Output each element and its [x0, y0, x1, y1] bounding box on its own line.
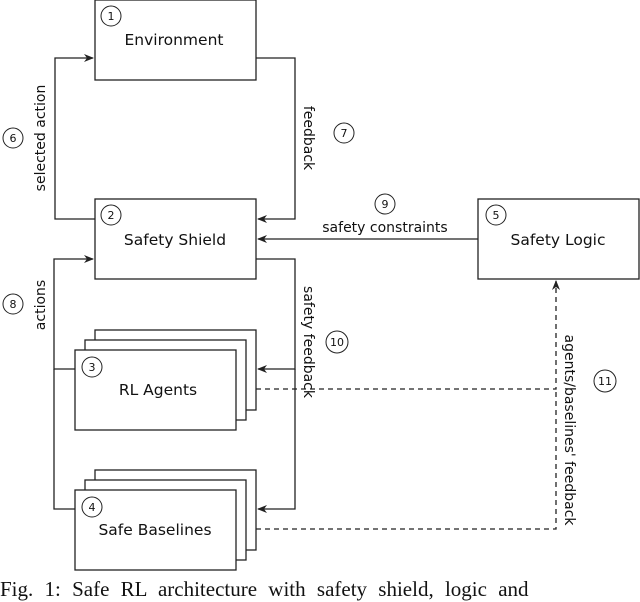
node-rl-agents: 3 RL Agents [74, 329, 257, 431]
node-number: 3 [89, 361, 96, 374]
label-agents-feedback: agents/baselines' feedback 11 [561, 335, 617, 527]
edge-label: agents/baselines' feedback [561, 335, 577, 527]
edge-number: 6 [10, 132, 17, 145]
node-label: Safety Shield [124, 231, 226, 249]
edge-number: 8 [10, 298, 17, 311]
edge-baselines-feedback [256, 389, 557, 530]
edge-safety-feedback-baselines [257, 369, 296, 513]
node-label: RL Agents [119, 381, 197, 399]
edge-label: safety constraints [322, 220, 447, 236]
label-actions: 8 actions [2, 280, 49, 330]
node-number: 4 [89, 501, 96, 514]
node-label: Safe Baselines [98, 521, 211, 539]
edge-label: safety feedback [300, 286, 316, 399]
edge-number: 9 [382, 198, 389, 211]
label-selected-action: 6 selected action [2, 85, 49, 192]
node-label: Safety Logic [510, 231, 605, 249]
node-number: 5 [493, 209, 500, 222]
label-safety-feedback: safety feedback 10 [300, 286, 349, 399]
edge-label: selected action [33, 85, 49, 192]
node-environment: 1 Environment [94, 0, 257, 81]
edge-number: 7 [341, 127, 348, 140]
architecture-diagram: 1 Environment 2 Safety Shield 5 Safety L… [2, 0, 640, 571]
node-safe-baselines: 4 Safe Baselines [74, 469, 257, 571]
edge-number: 11 [598, 375, 612, 388]
node-number: 1 [108, 10, 115, 23]
edge-label: feedback [300, 106, 316, 171]
edge-feedback [256, 57, 296, 223]
node-safety-logic: 5 Safety Logic [477, 198, 640, 280]
node-label: Environment [125, 31, 224, 49]
edge-label: actions [33, 280, 49, 330]
node-number: 2 [108, 209, 115, 222]
edge-safety-feedback [256, 258, 296, 373]
edge-actions-baselines [53, 369, 75, 510]
figure-caption: Fig. 1: Safe RL architecture with safety… [0, 577, 529, 601]
node-safety-shield: 2 Safety Shield [94, 198, 257, 280]
label-feedback: feedback 7 [300, 106, 355, 171]
label-safety-constraints: 9 safety constraints [322, 193, 448, 236]
edge-number: 10 [330, 336, 344, 349]
edge-selected-action [54, 54, 95, 220]
